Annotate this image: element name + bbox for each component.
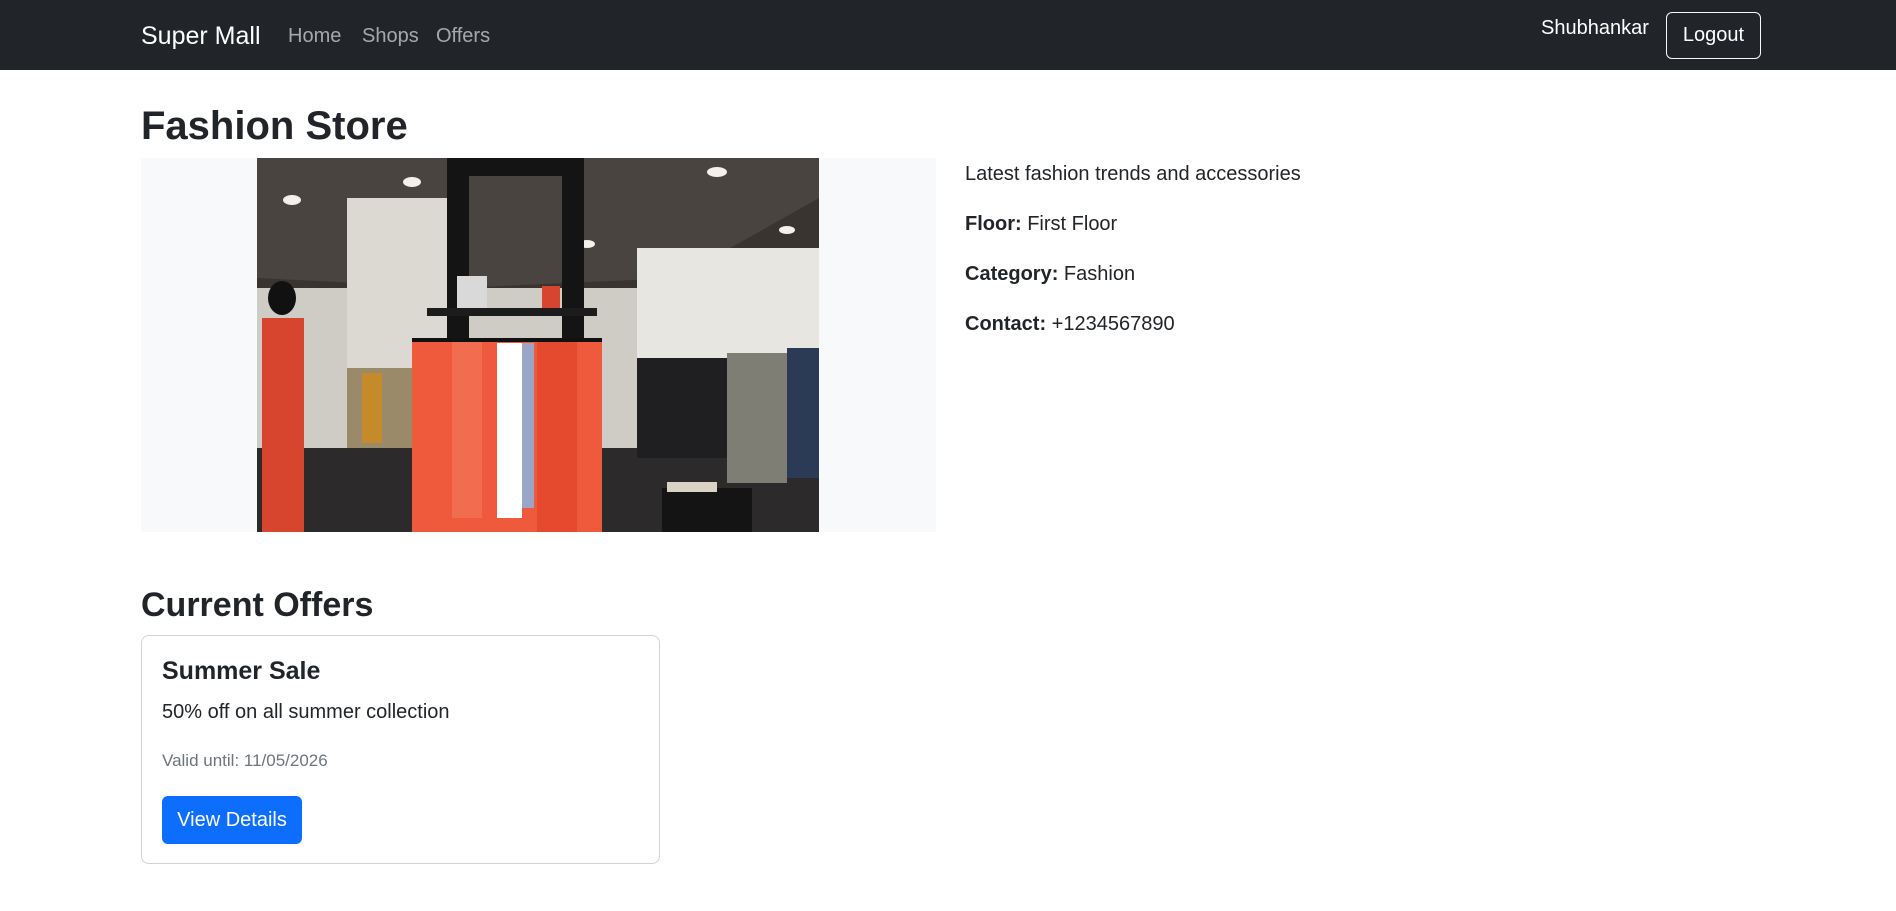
floor-label: Floor: xyxy=(965,213,1022,235)
shop-contact: Contact: +1234567890 xyxy=(965,310,1175,338)
shop-description: Latest fashion trends and accessories xyxy=(965,163,1301,185)
offer-valid-until: Valid until: 11/05/2026 xyxy=(162,751,328,770)
navbar: Super Mall Home Shops Offers Shubhankar … xyxy=(0,0,1896,70)
offer-card: Summer Sale 50% off on all summer collec… xyxy=(141,635,660,864)
offer-title: Summer Sale xyxy=(162,657,321,685)
username-label: Shubhankar xyxy=(1541,17,1649,39)
page-title: Fashion Store xyxy=(141,104,408,148)
floor-value: First Floor xyxy=(1027,213,1118,235)
nav-shops-link[interactable]: Shops xyxy=(362,22,419,50)
contact-label: Contact: xyxy=(965,313,1047,335)
logout-button[interactable]: Logout xyxy=(1666,12,1761,59)
nav-home-link[interactable]: Home xyxy=(288,22,341,50)
nav-offers-link[interactable]: Offers xyxy=(436,22,490,50)
contact-value: +1234567890 xyxy=(1051,313,1175,335)
shop-photo-illustration xyxy=(257,158,819,532)
view-details-button[interactable]: View Details xyxy=(162,796,302,844)
category-value: Fashion xyxy=(1063,263,1136,285)
brand-link[interactable]: Super Mall xyxy=(141,19,261,53)
shop-floor: Floor: First Floor xyxy=(965,210,1117,238)
shop-category: Category: Fashion xyxy=(965,260,1135,288)
offer-description: 50% off on all summer collection xyxy=(162,701,450,723)
shop-image xyxy=(257,158,819,532)
offers-heading: Current Offers xyxy=(141,586,374,624)
category-label: Category: xyxy=(965,263,1059,285)
shop-image-panel xyxy=(141,158,936,532)
